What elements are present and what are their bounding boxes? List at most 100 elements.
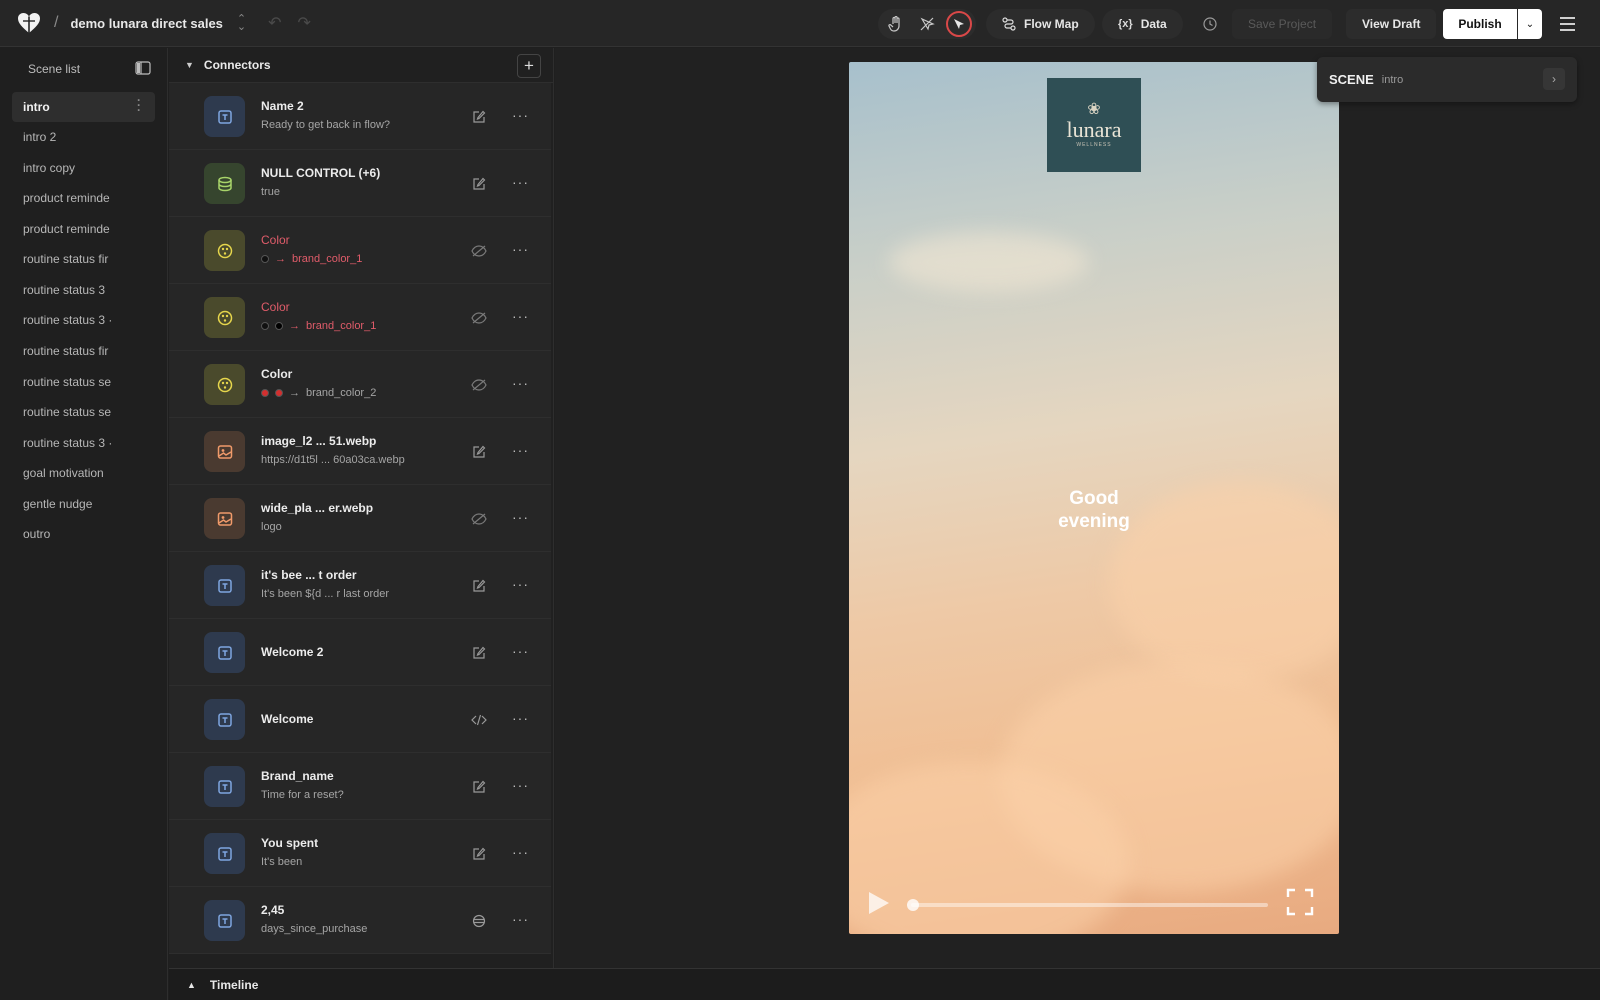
progress-track[interactable] xyxy=(911,903,1268,907)
more-options-icon[interactable]: ··· xyxy=(512,375,529,391)
scene-item[interactable]: product reminde xyxy=(12,183,155,213)
history-icon[interactable] xyxy=(1195,9,1225,39)
hidden-icon[interactable] xyxy=(471,243,487,259)
more-options-icon[interactable]: ··· xyxy=(512,911,529,927)
scene-item[interactable]: routine status fir xyxy=(12,335,155,366)
scene-item-label: routine status 3 · xyxy=(23,313,113,327)
lotus-icon: ❀ xyxy=(1087,101,1101,118)
more-options-icon[interactable]: ··· xyxy=(512,308,529,324)
connectors-header[interactable]: ▼ Connectors xyxy=(169,48,553,83)
connector-title: Color xyxy=(261,233,290,247)
undo-icon[interactable]: ↶ xyxy=(268,13,281,33)
hidden-icon[interactable] xyxy=(471,511,487,527)
scene-item[interactable]: routine status 3 xyxy=(12,274,155,305)
flow-map-button[interactable]: Flow Map xyxy=(986,9,1095,39)
interaction-off-icon[interactable] xyxy=(914,11,940,37)
color-swatch xyxy=(275,322,283,330)
more-options-icon[interactable]: ··· xyxy=(512,576,529,592)
scene-item[interactable]: routine status 3 · xyxy=(12,305,155,335)
arrow-right-icon: → xyxy=(289,320,300,332)
publish-button[interactable]: Publish xyxy=(1443,9,1517,39)
more-options-icon[interactable]: ··· xyxy=(512,777,529,793)
scene-item[interactable]: product reminde xyxy=(12,213,155,244)
hidden-icon[interactable] xyxy=(471,310,487,326)
connector-row[interactable]: image_l2 ... 51.webp https://d1t5l ... 60… xyxy=(169,418,551,485)
more-options-icon[interactable]: ··· xyxy=(512,174,529,190)
scene-item[interactable]: routine status se xyxy=(12,397,155,427)
timeline-label: Timeline xyxy=(209,977,259,992)
scene-item[interactable]: routine status 3 · xyxy=(12,427,155,458)
image-icon xyxy=(204,498,245,539)
connector-row[interactable]: it's bee ... t order It's been ${d ... r … xyxy=(169,552,551,619)
timeline-bar[interactable]: ▲ Timeline xyxy=(169,968,1600,1000)
scene-item[interactable]: gentle nudge xyxy=(12,488,155,519)
project-name[interactable]: demo lunara direct sales xyxy=(70,16,222,31)
database-icon[interactable] xyxy=(471,913,487,929)
scene-item[interactable]: outro xyxy=(12,519,155,549)
connector-subtitle: → brand_color_2 xyxy=(261,387,376,399)
connector-row[interactable]: Name 2 Ready to get back in flow? ··· xyxy=(169,83,551,150)
scene-item-label: intro 2 xyxy=(23,130,57,144)
connector-subtitle: https://d1t5l ... 60a03ca.webp xyxy=(261,454,405,466)
connector-row[interactable]: wide_pla ... er.webp logo ··· xyxy=(169,485,551,552)
fullscreen-icon[interactable] xyxy=(1286,888,1314,916)
expand-triangle-icon[interactable]: ▲ xyxy=(187,980,196,990)
more-options-icon[interactable]: ··· xyxy=(512,710,529,726)
connector-row[interactable]: Color → brand_color_1 ··· xyxy=(169,284,551,351)
more-options-icon[interactable]: ··· xyxy=(512,442,529,458)
data-button[interactable]: {x} Data xyxy=(1102,9,1183,39)
edit-icon[interactable] xyxy=(471,444,487,460)
play-icon[interactable] xyxy=(869,892,889,914)
select-tool-icon[interactable] xyxy=(946,11,972,37)
connector-row[interactable]: Color → brand_color_2 ··· xyxy=(169,351,551,418)
connector-row[interactable]: You spent It's been ··· xyxy=(169,820,551,887)
scene-item[interactable]: intro copy xyxy=(12,152,155,183)
edit-icon[interactable] xyxy=(471,645,487,661)
more-options-icon[interactable]: ··· xyxy=(512,241,529,257)
edit-icon[interactable] xyxy=(471,779,487,795)
scene-item[interactable]: intro · · · xyxy=(12,92,155,122)
scene-item[interactable]: goal motivation xyxy=(12,458,155,488)
connector-title: NULL CONTROL (+6) xyxy=(261,166,381,180)
scene-item[interactable]: routine status fir xyxy=(12,244,155,274)
hamburger-menu-icon[interactable] xyxy=(1556,12,1580,36)
kebab-menu-icon[interactable]: · · · xyxy=(137,94,141,116)
edit-icon[interactable] xyxy=(471,578,487,594)
collapse-panel-icon[interactable] xyxy=(135,60,151,78)
scene-item[interactable]: routine status se xyxy=(12,366,155,397)
chevron-right-icon[interactable]: › xyxy=(1543,68,1565,90)
connector-row[interactable]: Color → brand_color_1 ··· xyxy=(169,217,551,284)
more-options-icon[interactable]: ··· xyxy=(512,509,529,525)
scene-item-label: outro xyxy=(23,527,51,541)
scene-card-value: intro xyxy=(1381,73,1404,86)
database-icon xyxy=(204,163,245,204)
scene-item[interactable]: intro 2 xyxy=(12,122,155,152)
more-options-icon[interactable]: ··· xyxy=(512,844,529,860)
collapse-triangle-icon[interactable]: ▼ xyxy=(185,60,194,70)
hidden-icon[interactable] xyxy=(471,377,487,393)
save-project-button[interactable]: Save Project xyxy=(1232,9,1333,39)
edit-icon[interactable] xyxy=(471,846,487,862)
scene-info-card[interactable]: SCENE intro › xyxy=(1317,57,1577,102)
connector-row[interactable]: NULL CONTROL (+6) true ··· xyxy=(169,150,551,217)
redo-icon[interactable]: ↷ xyxy=(298,13,311,33)
progress-thumb[interactable] xyxy=(907,899,919,911)
greeting-text[interactable]: Good evening xyxy=(1049,487,1139,533)
more-options-icon[interactable]: ··· xyxy=(512,643,529,659)
publish-options-chevron-icon[interactable]: ⌄ xyxy=(1518,9,1542,39)
connector-row[interactable]: Welcome 2 ··· xyxy=(169,619,551,686)
connector-row[interactable]: Brand_name Time for a reset? ··· xyxy=(169,753,551,820)
edit-icon[interactable] xyxy=(471,109,487,125)
connector-row[interactable]: Welcome ··· xyxy=(169,686,551,753)
scene-preview[interactable]: ❀ lunara WELLNESS Good evening xyxy=(849,62,1339,934)
app-logo-icon[interactable] xyxy=(16,10,42,36)
edit-icon[interactable] xyxy=(471,176,487,192)
view-draft-button[interactable]: View Draft xyxy=(1346,9,1437,39)
more-options-icon[interactable]: ··· xyxy=(512,107,529,123)
add-connector-button[interactable]: + xyxy=(517,54,541,78)
code-icon[interactable] xyxy=(471,712,487,728)
connector-row[interactable]: 2,45 days_since_purchase ··· xyxy=(169,887,551,954)
hand-tool-icon[interactable] xyxy=(882,11,908,37)
project-switch-icon[interactable]: ⌃ ⌄ xyxy=(237,14,246,33)
brand-logo[interactable]: ❀ lunara WELLNESS xyxy=(1047,78,1141,172)
